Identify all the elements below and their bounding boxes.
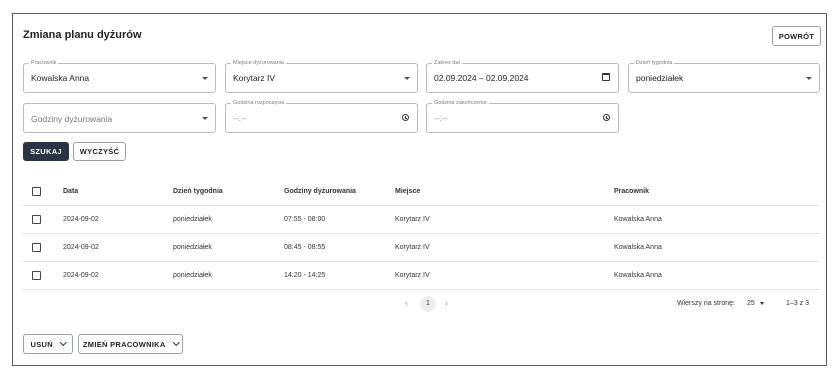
place-value: Korytarz IV — [233, 73, 276, 83]
chevron-down-icon — [202, 77, 208, 80]
page-title: Zmiana planu dyżurów — [23, 29, 142, 41]
chevron-down-icon — [60, 339, 67, 346]
chevron-down-icon — [806, 77, 812, 80]
end-time-value: --:-- — [434, 113, 448, 123]
weekday-value: poniedziałek — [636, 73, 684, 83]
chevron-down-icon — [404, 77, 410, 80]
next-page-icon[interactable]: › — [445, 298, 448, 308]
row-checkbox[interactable] — [32, 271, 41, 280]
chevron-down-icon — [172, 339, 180, 346]
hours-placeholder: Godziny dyżurowania — [31, 114, 113, 124]
clock-icon[interactable] — [402, 114, 409, 121]
change-employee-label: ZMIEŃ PRACOWNIKA — [82, 339, 166, 349]
cell-place: Korytarz IV — [395, 244, 430, 251]
employee-label: Pracownik — [29, 59, 59, 67]
clock-icon[interactable] — [603, 114, 610, 121]
cell-employee: Kowalska Anna — [614, 216, 662, 223]
row-checkbox[interactable] — [32, 215, 41, 224]
cell-weekday: poniedziałek — [173, 272, 212, 279]
column-header[interactable]: Godziny dyżurowania — [284, 178, 356, 205]
start-time-field[interactable]: Godzina rozpoczęcia --:-- — [225, 99, 418, 133]
change-employee-button[interactable]: ZMIEŃ PRACOWNIKA — [78, 334, 183, 354]
date-range-field[interactable]: Zakres dat 02.09.2024 – 02.09.2024 — [426, 59, 619, 93]
column-header[interactable]: Miejsce — [395, 178, 420, 205]
cell-hours: 08:45 - 08:55 — [284, 244, 326, 251]
place-select[interactable]: Miejsce dyżurowania Korytarz IV — [225, 59, 418, 93]
end-time-label: Godzina zakończenia — [432, 99, 489, 107]
back-button[interactable]: POWRÓT — [772, 26, 821, 46]
table-row[interactable]: 2024-09-02 poniedziałek 08:45 - 08:55 Ko… — [23, 234, 820, 262]
table-row[interactable]: 2024-09-02 poniedziałek 07:55 - 08:00 Ko… — [23, 206, 820, 234]
table-row[interactable]: 2024-09-02 poniedziałek 14:20 - 14:25 Ko… — [23, 262, 820, 290]
start-time-value: --:-- — [233, 113, 247, 123]
cell-employee: Kowalska Anna — [614, 244, 662, 251]
hours-select[interactable]: Godziny dyżurowania — [23, 103, 216, 133]
column-header[interactable]: Data — [63, 178, 78, 205]
rows-per-page-select[interactable]: 25 — [747, 300, 764, 307]
cell-employee: Kowalska Anna — [614, 272, 662, 279]
column-header[interactable]: Dzień tygodnia — [173, 178, 223, 205]
search-button[interactable]: SZUKAJ — [23, 142, 69, 161]
current-page[interactable]: 1 — [420, 296, 436, 312]
rows-per-page-label: Wierszy na stronę: — [677, 300, 735, 307]
weekday-label: Dzień tygodnia — [634, 59, 675, 67]
chevron-down-icon — [759, 301, 764, 305]
column-header[interactable]: Pracownik — [614, 178, 649, 205]
table-header: Data Dzień tygodnia Godziny dyżurowania … — [23, 178, 820, 206]
clear-button[interactable]: WYCZYŚĆ — [73, 142, 126, 161]
start-time-label: Godzina rozpoczęcia — [231, 99, 287, 107]
cell-hours: 07:55 - 08:00 — [284, 216, 326, 223]
prev-page-icon[interactable]: ‹ — [405, 298, 408, 308]
employee-value: Kowalska Anna — [31, 73, 90, 83]
calendar-icon[interactable] — [602, 73, 610, 81]
cell-hours: 14:20 - 14:25 — [284, 272, 326, 279]
date-range-label: Zakres dat — [432, 59, 462, 67]
cell-place: Korytarz IV — [395, 216, 430, 223]
delete-label: USUŃ — [30, 339, 53, 349]
date-range-value: 02.09.2024 – 02.09.2024 — [434, 73, 529, 83]
cell-weekday: poniedziałek — [173, 244, 212, 251]
cell-weekday: poniedziałek — [173, 216, 212, 223]
place-label: Miejsce dyżurowania — [231, 59, 287, 67]
rows-per-page-value: 25 — [747, 300, 755, 307]
select-all-checkbox[interactable] — [32, 187, 41, 196]
cell-date: 2024-09-02 — [63, 216, 99, 223]
employee-select[interactable]: Pracownik Kowalska Anna — [23, 59, 216, 93]
end-time-field[interactable]: Godzina zakończenia --:-- — [426, 99, 619, 133]
cell-date: 2024-09-02 — [63, 272, 99, 279]
weekday-select[interactable]: Dzień tygodnia poniedziałek — [628, 59, 820, 93]
pagination-range: 1–3 z 3 — [786, 300, 809, 307]
row-checkbox[interactable] — [32, 243, 41, 252]
cell-place: Korytarz IV — [395, 272, 430, 279]
delete-button[interactable]: USUŃ — [23, 334, 73, 354]
chevron-down-icon — [202, 117, 208, 120]
cell-date: 2024-09-02 — [63, 244, 99, 251]
